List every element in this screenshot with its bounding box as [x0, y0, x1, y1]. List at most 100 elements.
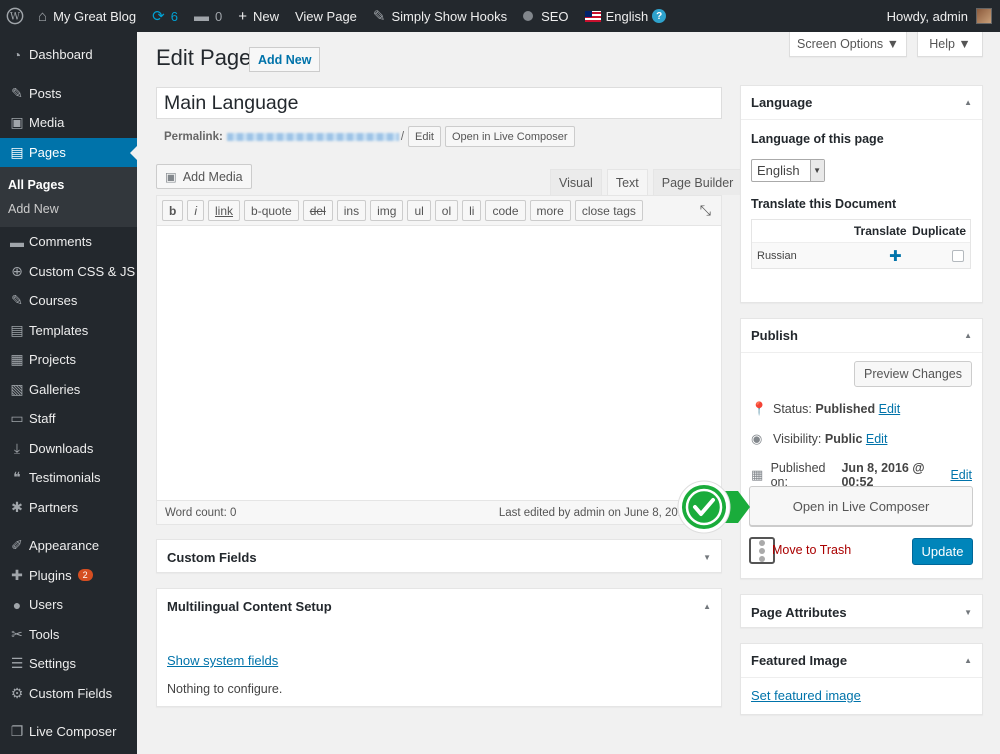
sidebar-item-staff[interactable]: ▭ Staff	[0, 404, 137, 434]
sidebar-item-label: Appearance	[29, 538, 100, 554]
sidebar-item-testimonials[interactable]: ❝ Testimonials	[0, 463, 137, 493]
media-icon: ▣	[10, 114, 24, 131]
add-translation-icon[interactable]: ✚	[818, 247, 906, 265]
sidebar-item-settings[interactable]: ☰ Settings	[0, 649, 137, 679]
toggle-up-icon[interactable]: ▲	[964, 98, 972, 107]
edit-date-link[interactable]: Edit	[950, 468, 972, 482]
submenu-item-all-pages[interactable]: All Pages	[0, 173, 137, 197]
quicktag-ol-button[interactable]: ol	[434, 200, 459, 221]
sidebar-item-appearance[interactable]: ✐ Appearance	[0, 531, 137, 561]
seo-link[interactable]: SEO	[515, 0, 576, 32]
quicktag-img-button[interactable]: img	[370, 200, 404, 221]
quicktag-code-button[interactable]: code	[485, 200, 526, 221]
tag-icon: ✎	[372, 7, 386, 25]
open-live-composer-small-button[interactable]: Open in Live Composer	[444, 126, 575, 147]
sidebar-item-partners[interactable]: ✱ Partners	[0, 493, 137, 523]
tab-visual[interactable]: Visual	[550, 169, 602, 195]
screen-options-button[interactable]: Screen Options ▼	[789, 32, 907, 57]
multilingual-header[interactable]: Multilingual Content Setup ▲	[157, 589, 721, 623]
tab-page-builder[interactable]: Page Builder	[652, 169, 743, 195]
quicktag-del-button[interactable]: del	[302, 200, 333, 221]
quicktag-b-quote-button[interactable]: b-quote	[244, 200, 299, 221]
help-button[interactable]: Help ▼	[917, 32, 983, 57]
new-content-link[interactable]: + New	[230, 0, 287, 32]
toggle-up-icon[interactable]: ▲	[964, 656, 972, 665]
toggle-up-icon[interactable]: ▲	[964, 331, 972, 340]
col-translate: Translate	[853, 224, 907, 238]
quicktag-li-button[interactable]: li	[462, 200, 482, 221]
view-page-link[interactable]: View Page	[287, 0, 365, 32]
update-button[interactable]: Update	[912, 538, 973, 565]
sidebar-item-media[interactable]: ▣ Media	[0, 108, 137, 138]
page-attributes-header[interactable]: Page Attributes ▼	[741, 595, 982, 629]
quicktag-b-button[interactable]: b	[162, 200, 184, 221]
submenu-item-add-new[interactable]: Add New	[0, 197, 137, 221]
add-media-button[interactable]: ▣ Add Media	[156, 164, 252, 189]
quicktag-close-tags-button[interactable]: close tags	[574, 200, 643, 221]
site-name-link[interactable]: ⌂ My Great Blog	[30, 0, 144, 32]
permalink-edit-button[interactable]: Edit	[408, 126, 441, 147]
wrench-icon: ✂	[11, 625, 23, 642]
featured-image-header[interactable]: Featured Image ▲	[741, 644, 982, 678]
toggle-down-icon[interactable]: ▼	[703, 553, 711, 562]
language-header[interactable]: Language ▲	[741, 86, 982, 120]
sidebar-item-dashboard[interactable]: ◔ Dashboard	[0, 40, 137, 70]
account-menu[interactable]: Howdy, admin	[879, 0, 1000, 32]
preview-changes-button[interactable]: Preview Changes	[854, 361, 972, 387]
wordpress-logo-icon[interactable]: W	[0, 0, 30, 32]
language-select[interactable]: English ▼	[751, 159, 825, 182]
quicktag-more-button[interactable]: more	[529, 200, 571, 221]
duplicate-checkbox[interactable]	[952, 249, 964, 262]
sidebar-item-comments[interactable]: ▬ Comments	[0, 227, 137, 257]
sidebar-item-custom-css-js[interactable]: ⊕ Custom CSS & JS	[0, 257, 137, 287]
content-textarea[interactable]	[157, 226, 721, 496]
move-to-trash-link[interactable]: Move to Trash	[772, 543, 851, 557]
pin-icon: ✎	[11, 292, 23, 309]
sidebar-item-pages[interactable]: ▤ Pages	[0, 137, 137, 167]
sidebar-item-courses[interactable]: ✎ Courses	[0, 286, 137, 316]
multilingual-box: Multilingual Content Setup ▲ Show system …	[156, 588, 722, 707]
sidebar-item-label: Partners	[29, 499, 79, 515]
open-live-composer-button[interactable]: Open in Live Composer	[749, 486, 973, 526]
language-switcher[interactable]: English?	[577, 0, 675, 32]
set-featured-image-link[interactable]: Set featured image	[751, 688, 861, 703]
show-hooks-link[interactable]: ✎ Simply Show Hooks	[365, 0, 515, 32]
sidebar-item-users[interactable]: ● Users	[0, 590, 137, 620]
quicktag-i-button[interactable]: i	[187, 200, 205, 221]
status-row: 📍 Status: Published Edit	[751, 401, 901, 416]
post-title-input[interactable]: Main Language	[156, 87, 722, 119]
sidebar-item-label: Pages	[29, 144, 66, 160]
quicktag-ul-button[interactable]: ul	[407, 200, 431, 221]
toggle-up-icon[interactable]: ▲	[703, 602, 711, 611]
refresh-icon: ⟳	[152, 7, 165, 25]
toggle-down-icon[interactable]: ▼	[964, 608, 972, 617]
show-system-fields-link[interactable]: Show system fields	[167, 653, 278, 668]
sidebar-item-live-composer[interactable]: ❐ Live Composer	[0, 717, 137, 747]
sidebar-item-galleries[interactable]: ▧ Galleries	[0, 375, 137, 405]
uk-flag-icon	[584, 10, 601, 22]
sidebar-item-projects[interactable]: ▦ Projects	[0, 345, 137, 375]
sidebar-item-templates[interactable]: ▤ Templates	[0, 316, 137, 346]
plus-icon: +	[238, 7, 247, 25]
add-new-button[interactable]: Add New	[249, 47, 321, 72]
updates-link[interactable]: ⟳ 6	[144, 0, 186, 32]
permalink-url[interactable]	[226, 132, 399, 141]
fullscreen-icon[interactable]: ⤡	[700, 202, 711, 219]
page-title: Edit Page	[156, 45, 252, 70]
edit-visibility-link[interactable]: Edit	[866, 432, 888, 446]
eye-icon: ◉	[751, 431, 763, 446]
sidebar-item-plugins[interactable]: ✚ Plugins 2	[0, 561, 137, 591]
custom-fields-header[interactable]: Custom Fields ▼	[157, 540, 721, 574]
publish-header[interactable]: Publish ▲	[741, 319, 982, 353]
tab-text[interactable]: Text	[606, 169, 648, 195]
sidebar-item-posts[interactable]: ✎ Posts	[0, 79, 137, 109]
published-on-row: ▦ Published on: Jun 8, 2016 @ 00:52 Edit	[751, 461, 972, 489]
comments-link[interactable]: ▬ 0	[186, 0, 230, 32]
quicktag-link-button[interactable]: link	[208, 200, 241, 221]
sidebar-item-custom-fields[interactable]: ⚙ Custom Fields	[0, 679, 137, 709]
sidebar-item-downloads[interactable]: ⤓ Downloads	[0, 434, 137, 464]
sidebar-item-label: Settings	[29, 656, 76, 672]
quicktag-ins-button[interactable]: ins	[336, 200, 367, 221]
sidebar-item-tools[interactable]: ✂ Tools	[0, 620, 137, 650]
edit-status-link[interactable]: Edit	[879, 402, 901, 416]
